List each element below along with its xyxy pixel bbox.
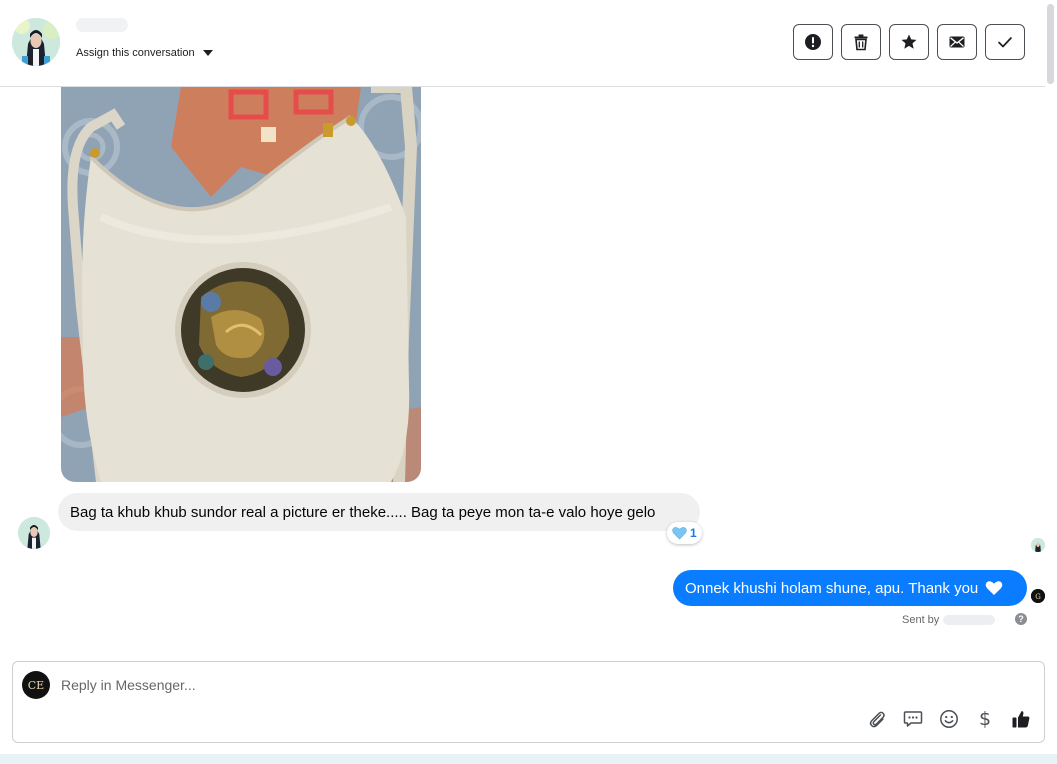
contact-name-redacted <box>76 18 128 32</box>
alert-circle-icon <box>805 34 821 50</box>
mark-done-button[interactable] <box>985 24 1025 60</box>
composer-tools: $ <box>866 708 1032 730</box>
caret-down-icon <box>202 50 213 56</box>
white-heart-icon <box>985 580 1003 600</box>
outgoing-message-bubble[interactable]: Onnek khushi holam shune, apu. Thank you <box>673 570 1027 606</box>
sender-name-redacted <box>943 615 996 625</box>
attach-button[interactable] <box>866 708 888 730</box>
like-button[interactable] <box>1010 708 1032 730</box>
assign-conversation-dropdown[interactable]: Assign this conversation <box>76 47 213 59</box>
saved-reply-icon <box>903 711 923 727</box>
mark-spam-button[interactable] <box>793 24 833 60</box>
conversation-toolbar <box>793 24 1025 60</box>
reply-composer: CE $ <box>12 661 1045 743</box>
trash-icon <box>854 34 868 51</box>
conversation-header: Assign this conversation <box>0 0 1057 87</box>
payment-button[interactable]: $ <box>974 708 996 730</box>
photo-attachment-bag[interactable] <box>61 87 421 482</box>
assign-label: Assign this conversation <box>76 47 195 59</box>
dollar-icon: $ <box>978 708 992 730</box>
emoji-button[interactable] <box>938 708 960 730</box>
svg-text:G: G <box>1035 593 1041 601</box>
paperclip-icon <box>869 711 885 728</box>
star-button[interactable] <box>889 24 929 60</box>
emoji-icon <box>940 710 958 728</box>
mark-unread-button[interactable] <box>937 24 977 60</box>
sent-by-info: Sent by <box>902 614 996 626</box>
blue-heart-icon <box>672 527 687 540</box>
saved-replies-button[interactable] <box>902 708 924 730</box>
page-sender-avatar: G <box>1031 589 1045 603</box>
contact-avatar[interactable] <box>12 18 60 66</box>
outgoing-message-text: Onnek khushi holam shune, apu. Thank you <box>685 580 979 597</box>
check-icon <box>998 37 1012 48</box>
message-reaction[interactable]: 1 <box>667 522 702 544</box>
reaction-count: 1 <box>690 526 697 540</box>
star-icon <box>901 34 917 49</box>
seen-indicator-avatar <box>1031 538 1045 552</box>
sent-by-label: Sent by <box>902 614 940 626</box>
scrollbar-thumb[interactable] <box>1047 4 1054 84</box>
reply-input[interactable] <box>61 675 961 695</box>
incoming-message-bubble[interactable]: Bag ta khub khub sundor real a picture e… <box>58 493 700 531</box>
help-icon[interactable]: ? <box>1015 613 1027 625</box>
thumbs-up-icon <box>1012 711 1030 728</box>
contact-message-avatar[interactable] <box>18 517 50 549</box>
page-avatar: CE <box>22 671 50 699</box>
envelope-icon <box>949 36 965 48</box>
delete-button[interactable] <box>841 24 881 60</box>
messenger-conversation-view: Assign this conversation Bag ta khub khu… <box>0 0 1057 764</box>
bottom-panel-edge <box>0 754 1057 764</box>
